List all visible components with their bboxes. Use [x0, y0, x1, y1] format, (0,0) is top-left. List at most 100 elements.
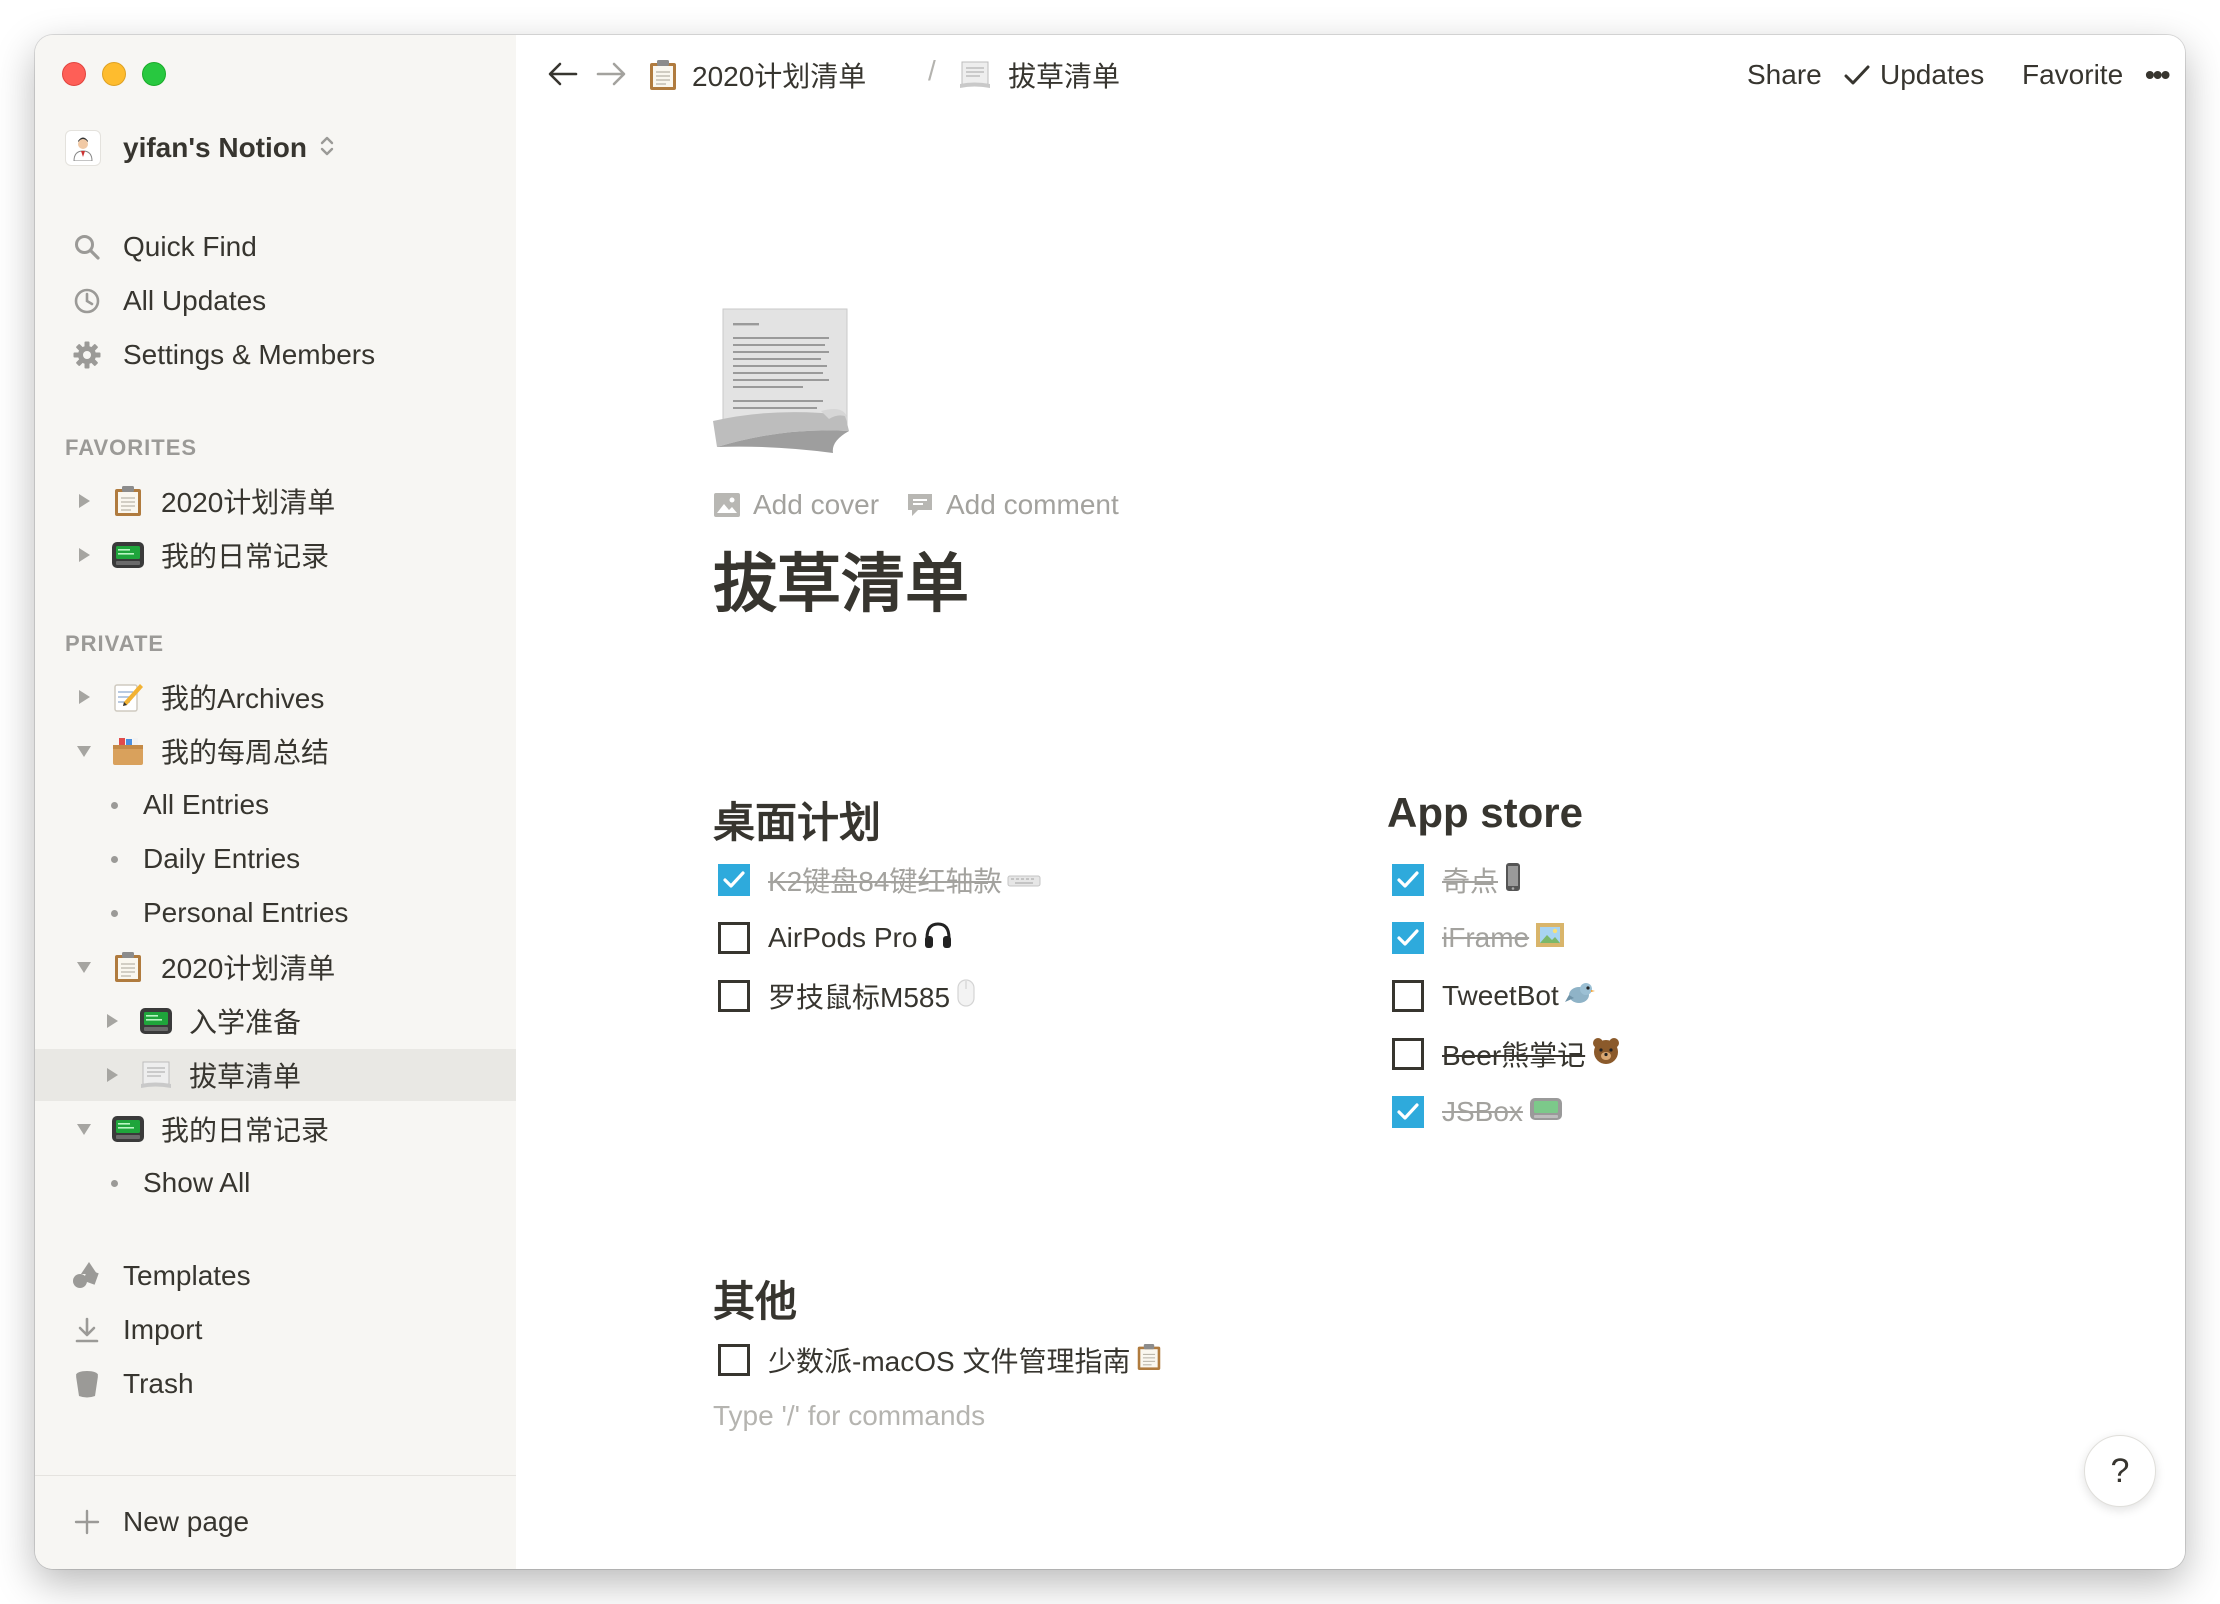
- breadcrumb-separator: /: [928, 55, 936, 86]
- checkbox-checked[interactable]: [1392, 864, 1424, 896]
- sidebar-item-all-entries[interactable]: All Entries: [35, 779, 516, 831]
- scroll-icon: [139, 1058, 173, 1092]
- sidebar-item-2020-plan[interactable]: 2020计划清单: [35, 475, 516, 527]
- nav-label: Import: [123, 1314, 203, 1345]
- sidebar-item-2020-plan-private[interactable]: 2020计划清单: [35, 941, 516, 993]
- checkbox-checked[interactable]: [718, 864, 750, 896]
- checkbox-unchecked[interactable]: [718, 922, 750, 954]
- quick-find-button[interactable]: Quick Find: [35, 222, 516, 272]
- sidebar-item-label: Personal Entries: [143, 897, 349, 928]
- todo-item[interactable]: Beer熊掌记: [1392, 1032, 1621, 1076]
- breadcrumb-2020-plan[interactable]: 2020计划清单: [648, 55, 866, 95]
- todo-label: 奇点: [1442, 866, 1499, 897]
- expand-toggle-icon[interactable]: [75, 492, 93, 510]
- breadcrumb-label: 2020计划清单: [692, 61, 867, 92]
- checkbox-unchecked[interactable]: [718, 1344, 750, 1376]
- memo-icon: [111, 680, 145, 714]
- todo-item[interactable]: AirPods Pro: [718, 916, 953, 960]
- add-comment-button[interactable]: Add comment: [906, 485, 1119, 525]
- todo-item[interactable]: iFrame: [1392, 916, 1565, 960]
- section-heading-app-store[interactable]: App store: [1387, 789, 1583, 837]
- collapse-toggle-icon[interactable]: [75, 958, 93, 976]
- sidebar-item-weekly-summary[interactable]: 我的每周总结: [35, 725, 516, 777]
- new-page-button[interactable]: New page: [35, 1497, 516, 1547]
- all-updates-button[interactable]: All Updates: [35, 276, 516, 326]
- more-options-button[interactable]: •••: [2145, 55, 2170, 95]
- todo-item[interactable]: 少数派-macOS 文件管理指南: [718, 1338, 1162, 1382]
- breadcrumb-wishlist[interactable]: 拔草清单: [958, 55, 1120, 95]
- workspace-name: yifan's Notion: [123, 132, 307, 163]
- sidebar-item-personal-entries[interactable]: Personal Entries: [35, 887, 516, 939]
- sidebar-item-enrollment-prep[interactable]: 入学准备: [35, 995, 516, 1047]
- todo-label: TweetBot: [1442, 980, 1559, 1011]
- page-with-curl-icon[interactable]: [713, 307, 849, 453]
- share-button[interactable]: Share: [1747, 55, 1822, 95]
- checkbox-unchecked[interactable]: [718, 980, 750, 1012]
- collapse-toggle-icon[interactable]: [75, 742, 93, 760]
- forward-arrow-icon[interactable]: [594, 57, 628, 91]
- expand-toggle-icon[interactable]: [103, 1066, 121, 1084]
- settings-members-button[interactable]: Settings & Members: [35, 330, 516, 380]
- todo-label: 罗技鼠标M585: [768, 982, 951, 1013]
- todo-item[interactable]: 奇点: [1392, 858, 1522, 902]
- todo-item[interactable]: K2键盘84键红轴款: [718, 858, 1041, 902]
- box-icon: [1529, 1096, 1563, 1129]
- sidebar-item-daily-log[interactable]: 我的日常记录: [35, 529, 516, 581]
- workspace-switcher[interactable]: yifan's Notion: [65, 126, 335, 170]
- checkbox-checked[interactable]: [1392, 1096, 1424, 1128]
- scroll-icon: [958, 60, 992, 90]
- sidebar-item-label: Show All: [143, 1167, 251, 1198]
- import-button[interactable]: Import: [35, 1305, 516, 1355]
- expand-toggle-icon[interactable]: [75, 546, 93, 564]
- nav-label: Templates: [123, 1260, 251, 1291]
- todo-text: 罗技鼠标M585: [768, 976, 976, 1016]
- collapse-toggle-icon[interactable]: [75, 1120, 93, 1138]
- add-cover-button[interactable]: Add cover: [713, 485, 879, 525]
- back-arrow-icon[interactable]: [546, 57, 580, 91]
- bullet-icon: [111, 909, 118, 917]
- todo-label: K2键盘84键红轴款: [768, 866, 1002, 897]
- sidebar-item-daily-log-private[interactable]: 我的日常记录: [35, 1103, 516, 1155]
- breadcrumb-label: 拔草清单: [1008, 61, 1121, 92]
- zoom-button[interactable]: [142, 62, 166, 86]
- trash-button[interactable]: Trash: [35, 1359, 516, 1409]
- computer-icon: [111, 1112, 145, 1146]
- todo-text: AirPods Pro: [768, 920, 953, 957]
- minimize-button[interactable]: [102, 62, 126, 86]
- sidebar-item-show-all[interactable]: Show All: [35, 1157, 516, 1209]
- todo-item[interactable]: JSBox: [1392, 1090, 1563, 1134]
- updates-button[interactable]: Updates: [1844, 55, 1984, 95]
- todo-text: iFrame: [1442, 922, 1565, 955]
- sidebar-item-wishlist[interactable]: 拔草清单: [35, 1049, 516, 1101]
- clock-icon: [71, 285, 103, 317]
- sidebar-item-label: 入学准备: [189, 1007, 302, 1038]
- close-button[interactable]: [62, 62, 86, 86]
- page-title[interactable]: 拔草清单: [713, 533, 969, 625]
- new-page-label: New page: [123, 1506, 250, 1537]
- headphones-icon: [923, 920, 953, 957]
- todo-item[interactable]: 罗技鼠标M585: [718, 974, 976, 1018]
- notion-window: yifan's Notion Quick Find All Updates Se…: [35, 35, 2185, 1569]
- todo-label: iFrame: [1442, 922, 1530, 953]
- todo-item[interactable]: TweetBot: [1392, 974, 1595, 1018]
- templates-button[interactable]: Templates: [35, 1251, 516, 1301]
- expand-toggle-icon[interactable]: [75, 688, 93, 706]
- command-placeholder[interactable]: Type '/' for commands: [713, 1400, 985, 1432]
- section-heading-desktop[interactable]: 桌面计划: [713, 789, 881, 850]
- checkbox-checked[interactable]: [1392, 922, 1424, 954]
- checkbox-unchecked[interactable]: [1392, 1038, 1424, 1070]
- search-icon: [71, 231, 103, 263]
- sidebar-item-label: All Entries: [143, 789, 270, 820]
- keyboard-icon: [1007, 864, 1041, 896]
- section-heading-other[interactable]: 其他: [713, 1268, 797, 1329]
- computer-icon: [111, 538, 145, 572]
- topbar: 2020计划清单 / 拔草清单 Share Updates Favorite •…: [516, 35, 2185, 111]
- bird-icon: [1564, 980, 1595, 1013]
- favorite-button[interactable]: Favorite: [2022, 55, 2123, 95]
- help-button[interactable]: ?: [2084, 1435, 2156, 1507]
- sidebar-item-daily-entries[interactable]: Daily Entries: [35, 833, 516, 885]
- add-cover-label: Add cover: [753, 489, 880, 520]
- sidebar-item-archives[interactable]: 我的Archives: [35, 671, 516, 723]
- expand-toggle-icon[interactable]: [103, 1012, 121, 1030]
- checkbox-unchecked[interactable]: [1392, 980, 1424, 1012]
